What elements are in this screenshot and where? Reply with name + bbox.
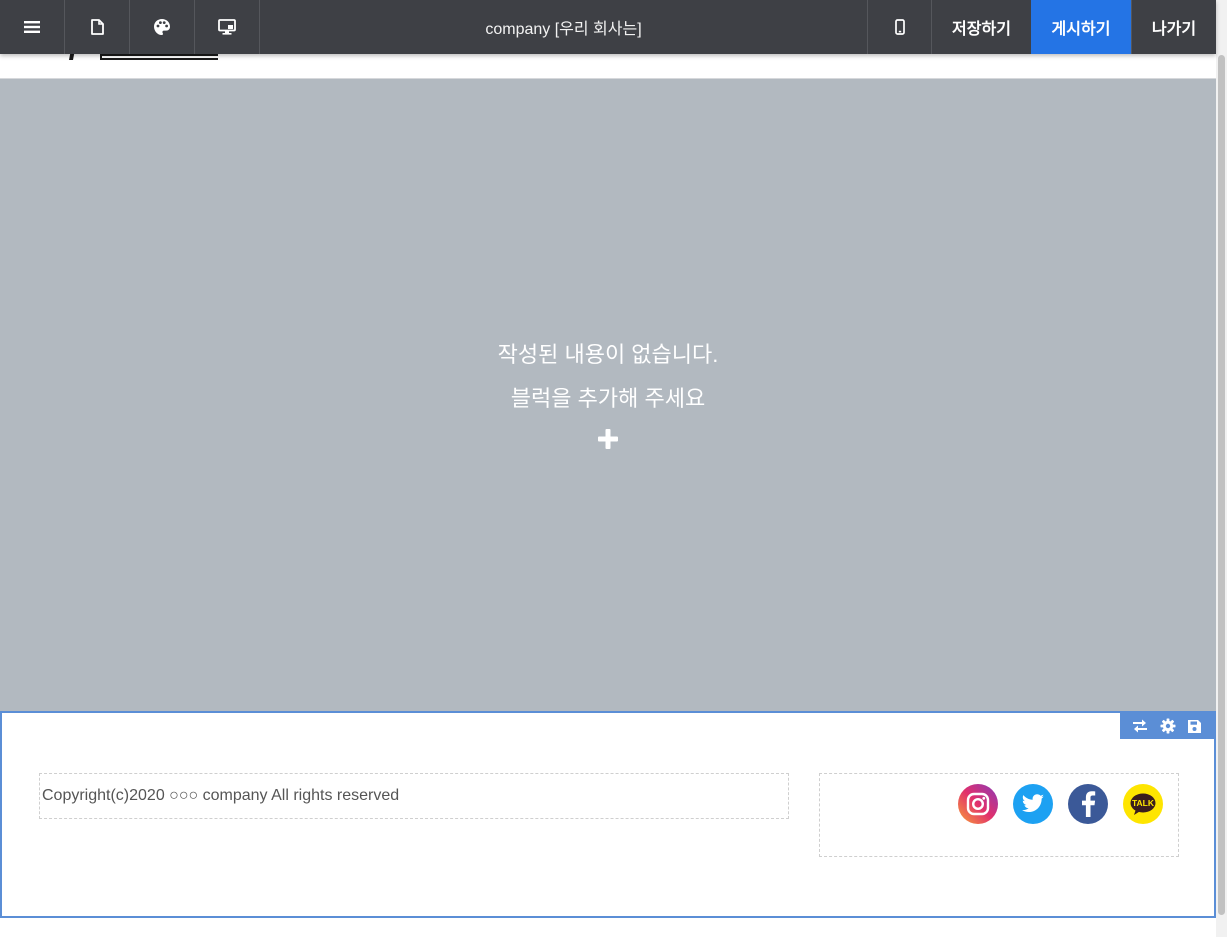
mobile-icon xyxy=(894,19,905,35)
page-icon xyxy=(90,19,104,35)
page-scrollbar[interactable] xyxy=(1216,0,1227,937)
logo xyxy=(69,54,218,60)
footer-block[interactable]: Copyright(c)2020 ○○○ company All rights … xyxy=(0,711,1216,918)
facebook-icon[interactable] xyxy=(1068,784,1108,824)
empty-message: 작성된 내용이 없습니다. 블럭을 추가해 주세요 xyxy=(0,333,1216,421)
site-title: company [우리 회사는] xyxy=(485,21,642,38)
page-button[interactable] xyxy=(65,0,130,54)
palette-icon xyxy=(154,19,170,35)
copyright-text[interactable]: Copyright(c)2020 ○○○ company All rights … xyxy=(39,773,789,819)
empty-message-line1: 작성된 내용이 없습니다. xyxy=(497,342,719,367)
design-button[interactable] xyxy=(130,0,195,54)
plus-icon[interactable] xyxy=(596,427,620,451)
save-icon[interactable] xyxy=(1187,719,1202,734)
empty-content-area: 작성된 내용이 없습니다. 블럭을 추가해 주세요 xyxy=(0,79,1216,711)
save-button[interactable]: 저장하기 xyxy=(932,0,1031,54)
menu-button[interactable] xyxy=(0,0,65,54)
twitter-icon[interactable] xyxy=(1013,784,1053,824)
kakaotalk-label: TALK xyxy=(1132,798,1155,808)
instagram-icon[interactable] xyxy=(958,784,998,824)
gear-icon[interactable] xyxy=(1160,718,1176,734)
block-toolbar xyxy=(1120,713,1214,739)
social-links[interactable]: TALK xyxy=(819,773,1179,857)
empty-message-line2: 블럭을 추가해 주세요 xyxy=(510,386,706,411)
exit-button[interactable]: 나가기 xyxy=(1131,0,1216,54)
mobile-view-button[interactable] xyxy=(867,0,932,54)
publish-button[interactable]: 게시하기 xyxy=(1031,0,1131,54)
kakaotalk-icon[interactable]: TALK xyxy=(1123,784,1163,824)
desktop-view-button[interactable] xyxy=(195,0,260,54)
menu-icon xyxy=(24,21,40,33)
scrollbar-thumb[interactable] xyxy=(1218,55,1225,915)
site-header xyxy=(0,54,1216,79)
editor-toolbar: company [우리 회사는] 저장하기 게시하기 나가기 xyxy=(0,0,1216,54)
desktop-icon xyxy=(218,19,236,35)
swap-icon[interactable] xyxy=(1132,719,1148,733)
